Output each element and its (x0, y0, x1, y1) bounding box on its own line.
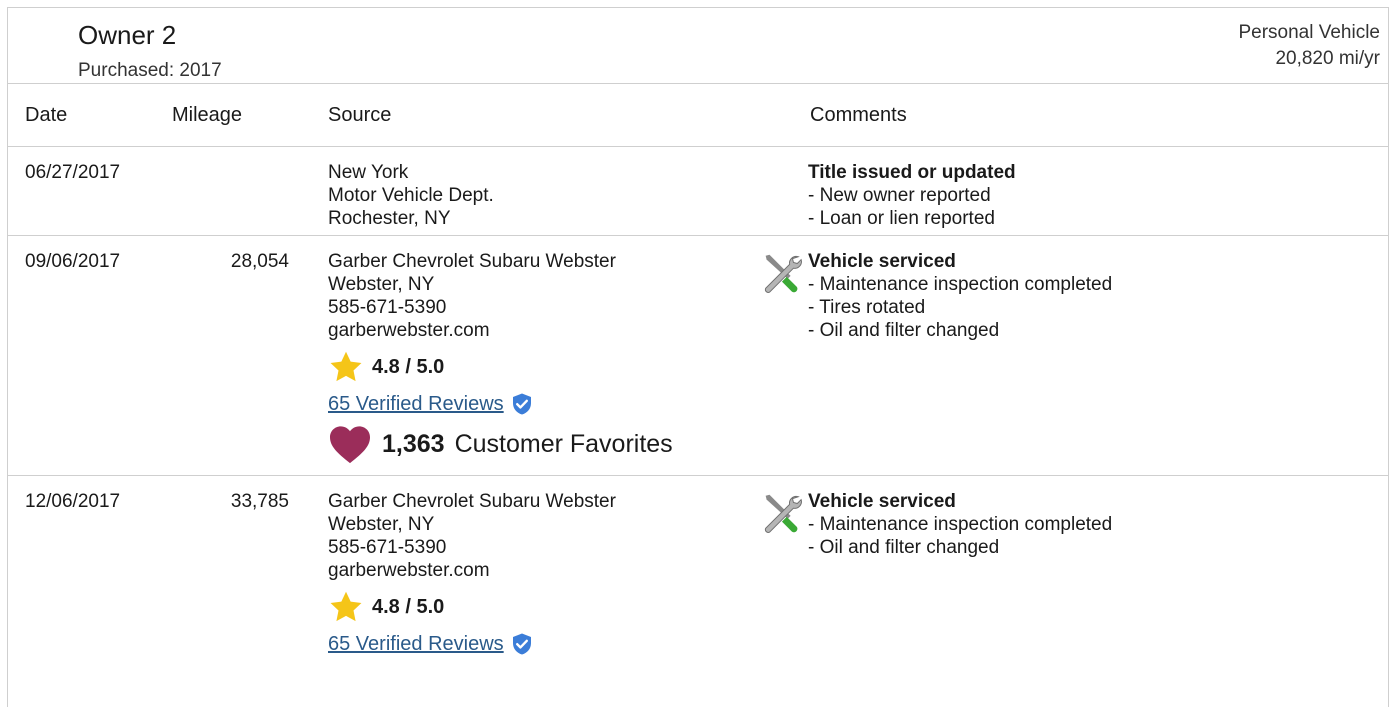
column-source: Source (328, 104, 392, 126)
row-mileage: 33,785 (230, 491, 289, 512)
reviews-block: 65 Verified Reviews (328, 632, 616, 656)
wrench-screwdriver-icon (764, 254, 802, 293)
column-headers: Date Mileage Source Comments (8, 84, 1388, 147)
reviews-block: 65 Verified Reviews (328, 392, 673, 416)
favorites-label: Customer Favorites (454, 429, 673, 458)
row-comments: Title issued or updated - New owner repo… (808, 161, 1016, 230)
star-icon (330, 351, 362, 382)
comment-line: - Oil and filter changed (808, 537, 1000, 558)
mileage-rate: 20,820 mi/yr (1275, 48, 1380, 69)
verified-reviews-link[interactable]: 65 Verified Reviews (328, 633, 504, 656)
comment-line: - Tires rotated (808, 297, 926, 318)
table-row: 06/27/2017 New York Motor Vehicle Dept. … (8, 147, 1388, 236)
owner-header: Owner 2 Purchased: 2017 Personal Vehicle… (8, 8, 1388, 84)
owner-history-card: Owner 2 Purchased: 2017 Personal Vehicle… (7, 7, 1389, 707)
source-line: Motor Vehicle Dept. (328, 185, 494, 206)
comment-line: - Oil and filter changed (808, 320, 1000, 341)
dealer-rating: 4.8 / 5.0 (328, 588, 616, 626)
shield-check-icon (512, 633, 531, 655)
favorites-count: 1,363 (382, 429, 445, 458)
row-date: 09/06/2017 (25, 251, 121, 272)
row-source: Garber Chevrolet Subaru Webster Webster,… (328, 490, 616, 656)
source-line: Garber Chevrolet Subaru Webster (328, 251, 616, 272)
customer-favorites: 1,363 Customer Favorites (328, 424, 673, 464)
table-row: 09/06/2017 28,054 Garber Chevrolet Subar… (8, 236, 1388, 476)
comment-title: Vehicle serviced (808, 491, 956, 512)
source-line: 585-671-5390 (328, 537, 447, 558)
comment-line: - New owner reported (808, 185, 991, 206)
column-comments: Comments (810, 104, 907, 126)
rating-value: 4.8 / 5.0 (372, 595, 445, 618)
heart-icon (330, 426, 370, 464)
owner-usage: Personal Vehicle 20,820 mi/yr (1238, 20, 1380, 72)
rating-value: 4.8 / 5.0 (372, 355, 445, 378)
row-mileage: 28,054 (230, 251, 289, 272)
comment-title: Title issued or updated (808, 162, 1016, 183)
owner-title: Owner 2 (78, 20, 177, 50)
comment-title: Vehicle serviced (808, 251, 956, 272)
table-row: 12/06/2017 33,785 Garber Chevrolet Subar… (8, 476, 1388, 716)
source-line: Rochester, NY (328, 208, 451, 229)
row-source: New York Motor Vehicle Dept. Rochester, … (328, 161, 494, 230)
purchased-year: Purchased: 2017 (78, 60, 222, 81)
source-line: garberwebster.com (328, 560, 490, 581)
source-line: garberwebster.com (328, 320, 490, 341)
row-date: 06/27/2017 (25, 162, 121, 183)
comment-line: - Maintenance inspection completed (808, 514, 1113, 535)
source-line: Garber Chevrolet Subaru Webster (328, 491, 616, 512)
star-icon (330, 591, 362, 622)
source-line: 585-671-5390 (328, 297, 447, 318)
row-comments: Vehicle serviced - Maintenance inspectio… (808, 490, 1112, 559)
vehicle-usage: Personal Vehicle (1238, 22, 1380, 43)
comment-line: - Loan or lien reported (808, 208, 995, 229)
comment-line: - Maintenance inspection completed (808, 274, 1113, 295)
source-line: Webster, NY (328, 274, 435, 295)
column-date: Date (25, 104, 68, 126)
wrench-screwdriver-icon (764, 494, 802, 533)
shield-check-icon (512, 393, 531, 415)
dealer-rating: 4.8 / 5.0 (328, 348, 673, 386)
row-date: 12/06/2017 (25, 491, 121, 512)
source-line: Webster, NY (328, 514, 435, 535)
verified-reviews-link[interactable]: 65 Verified Reviews (328, 393, 504, 416)
column-mileage: Mileage (172, 104, 243, 126)
row-source: Garber Chevrolet Subaru Webster Webster,… (328, 250, 673, 464)
source-line: New York (328, 162, 409, 183)
row-comments: Vehicle serviced - Maintenance inspectio… (808, 250, 1112, 342)
